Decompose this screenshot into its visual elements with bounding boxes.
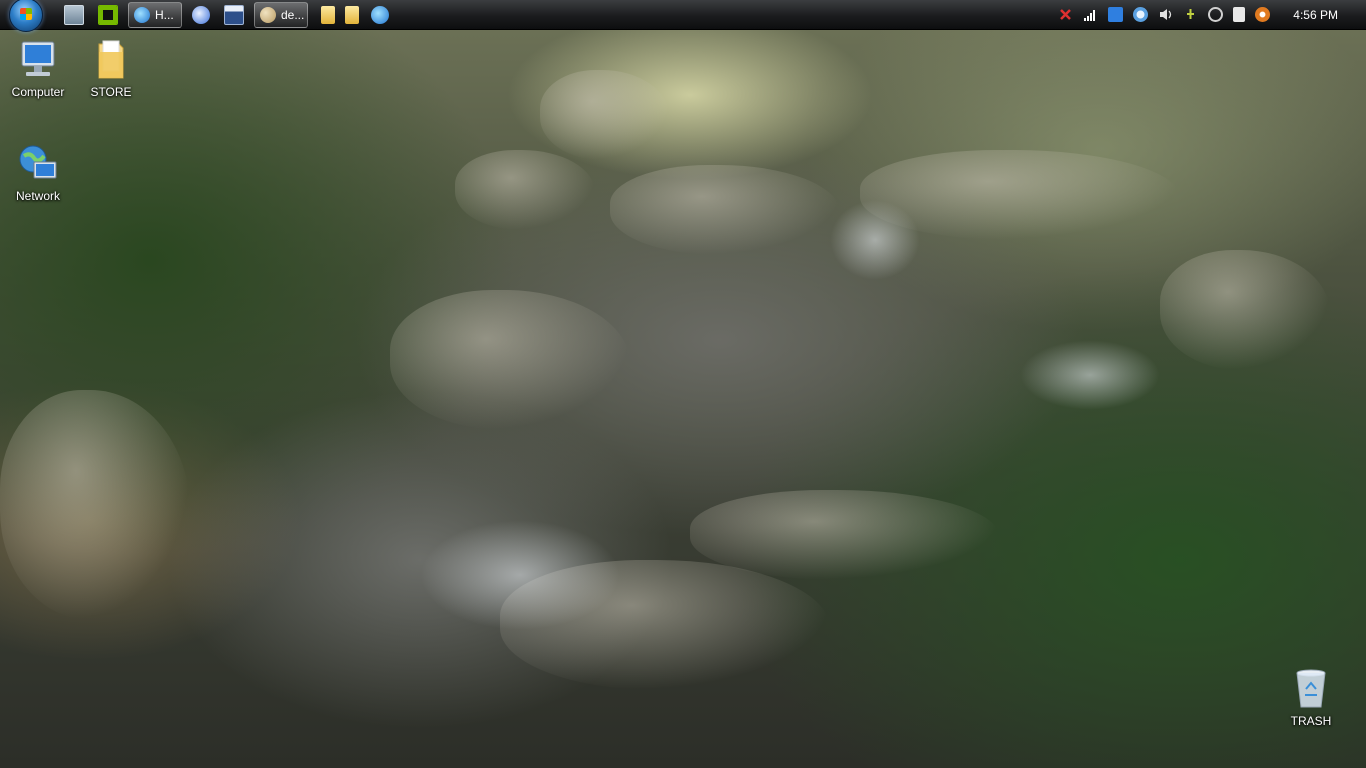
desktop-icon-label: STORE <box>90 85 132 99</box>
wallpaper-stream <box>420 520 620 630</box>
wallpaper-rock <box>540 70 670 160</box>
speaker-icon[interactable] <box>1158 7 1173 22</box>
recycle-bin-icon <box>1289 667 1333 711</box>
wallpaper-rock <box>1160 250 1330 370</box>
desktop: H... de... 4:56 PM Computer STORE Networ… <box>0 0 1366 768</box>
network-error-icon[interactable] <box>1058 7 1073 22</box>
wallpaper-rock <box>455 150 595 230</box>
taskbar-button-label: H... <box>155 7 174 22</box>
folder-icon[interactable] <box>321 5 335 24</box>
desktop-icon-computer[interactable]: Computer <box>0 38 76 99</box>
folder-icon <box>89 38 133 82</box>
start-button[interactable] <box>9 0 43 32</box>
power-icon[interactable] <box>1183 7 1198 22</box>
internet-explorer-icon <box>134 6 150 23</box>
taskbar-button-internet-explorer[interactable]: H... <box>128 1 182 28</box>
taskbar-button-paint[interactable]: de... <box>254 1 308 28</box>
wallpaper-rock <box>610 165 840 255</box>
bluetooth-icon[interactable] <box>1108 7 1124 22</box>
desktop-icon-store[interactable]: STORE <box>73 38 149 99</box>
desktop-icon-label: Computer <box>11 85 65 99</box>
desktop-icon-label: Network <box>15 189 60 203</box>
browser-icon[interactable] <box>192 5 210 24</box>
desktop-icon-trash[interactable]: TRASH <box>1273 667 1349 728</box>
computer-icon <box>16 38 60 82</box>
wallpaper-rock <box>690 490 1000 580</box>
update-icon[interactable] <box>1133 7 1149 22</box>
wallpaper-waterfall <box>1020 340 1160 410</box>
signal-bars-icon[interactable] <box>1083 7 1098 22</box>
taskbar-button-label: de... <box>281 7 305 22</box>
network-icon <box>16 142 60 186</box>
clock-sync-icon[interactable] <box>1208 7 1224 22</box>
desktop-icon-network[interactable]: Network <box>0 142 76 203</box>
show-desktop-icon[interactable] <box>64 4 84 25</box>
nvidia-icon[interactable] <box>98 4 118 25</box>
taskbar: H... de... 4:56 PM <box>0 0 1366 32</box>
folder-icon[interactable] <box>345 5 359 24</box>
antivirus-icon[interactable] <box>1255 7 1271 22</box>
wallpaper-rock <box>0 390 190 620</box>
desktop-icon-label: TRASH <box>1290 714 1332 728</box>
wallpaper-waterfall <box>830 200 920 280</box>
paint-palette-icon <box>260 6 276 23</box>
taskbar-clock[interactable]: 4:56 PM <box>1293 8 1338 22</box>
system-tray: 4:56 PM <box>1053 0 1366 30</box>
wallpaper-rock <box>390 290 630 430</box>
device-icon[interactable] <box>1233 7 1246 22</box>
window-app-icon[interactable] <box>224 4 244 25</box>
internet-explorer-icon[interactable] <box>371 5 389 24</box>
